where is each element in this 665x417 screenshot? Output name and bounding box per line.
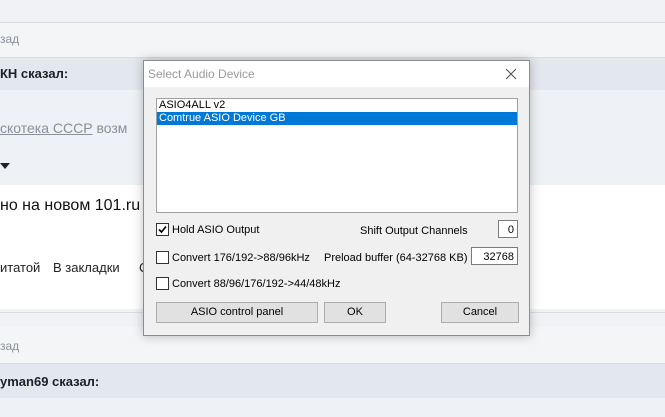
quote-author: КН сказал: <box>0 66 69 81</box>
hold-asio-output-checkbox[interactable] <box>156 223 169 236</box>
preload-buffer-input[interactable]: 32768 <box>471 247 518 265</box>
quote-action[interactable]: итатой <box>0 260 40 275</box>
expand-arrow-icon[interactable] <box>0 163 10 169</box>
device-item-comtrue[interactable]: Comtrue ASIO Device GB <box>157 112 517 125</box>
top-strip <box>0 0 665 20</box>
dialog-titlebar[interactable]: Select Audio Device <box>144 61 529 87</box>
bookmark-action[interactable]: В закладки <box>53 260 120 275</box>
quote-link[interactable]: скотека СССР <box>0 120 93 136</box>
device-list[interactable]: ASIO4ALL v2 Comtrue ASIO Device GB <box>156 98 518 213</box>
preload-buffer-label: Preload buffer (64-32768 KB) <box>324 252 468 264</box>
device-item-asio4all[interactable]: ASIO4ALL v2 <box>157 99 517 112</box>
back-link[interactable]: зад <box>0 32 19 46</box>
hold-asio-output-label: Hold ASIO Output <box>172 224 260 236</box>
dialog-title: Select Audio Device <box>148 67 255 81</box>
quote-header-2: yman69 сказал: <box>0 364 665 398</box>
quote-body-2 <box>0 398 665 417</box>
asio-control-panel-button[interactable]: ASIO control panel <box>156 302 318 323</box>
select-audio-device-dialog: Select Audio Device ASIO4ALL v2 Comtrue … <box>143 60 530 336</box>
close-icon <box>505 68 517 80</box>
quote-author-2: yman69 сказал: <box>0 374 100 389</box>
post-text: но на новом 101.ru <box>0 197 141 214</box>
post-header: зад <box>0 23 665 57</box>
convert-176-checkbox[interactable] <box>156 251 169 264</box>
back-link-2[interactable]: зад <box>0 339 19 353</box>
convert-88-checkbox[interactable] <box>156 277 169 290</box>
close-button[interactable] <box>493 61 529 87</box>
quote-text: возм <box>92 120 128 136</box>
shift-output-channels-input[interactable]: 0 <box>498 220 518 238</box>
cancel-button[interactable]: Cancel <box>441 302 519 323</box>
convert-88-label: Convert 88/96/176/192->44/48kHz <box>172 278 341 290</box>
checkmark-icon <box>158 225 167 234</box>
ok-button[interactable]: OK <box>324 302 386 323</box>
convert-176-label: Convert 176/192->88/96kHz <box>172 252 310 264</box>
shift-output-channels-label: Shift Output Channels <box>360 225 468 237</box>
